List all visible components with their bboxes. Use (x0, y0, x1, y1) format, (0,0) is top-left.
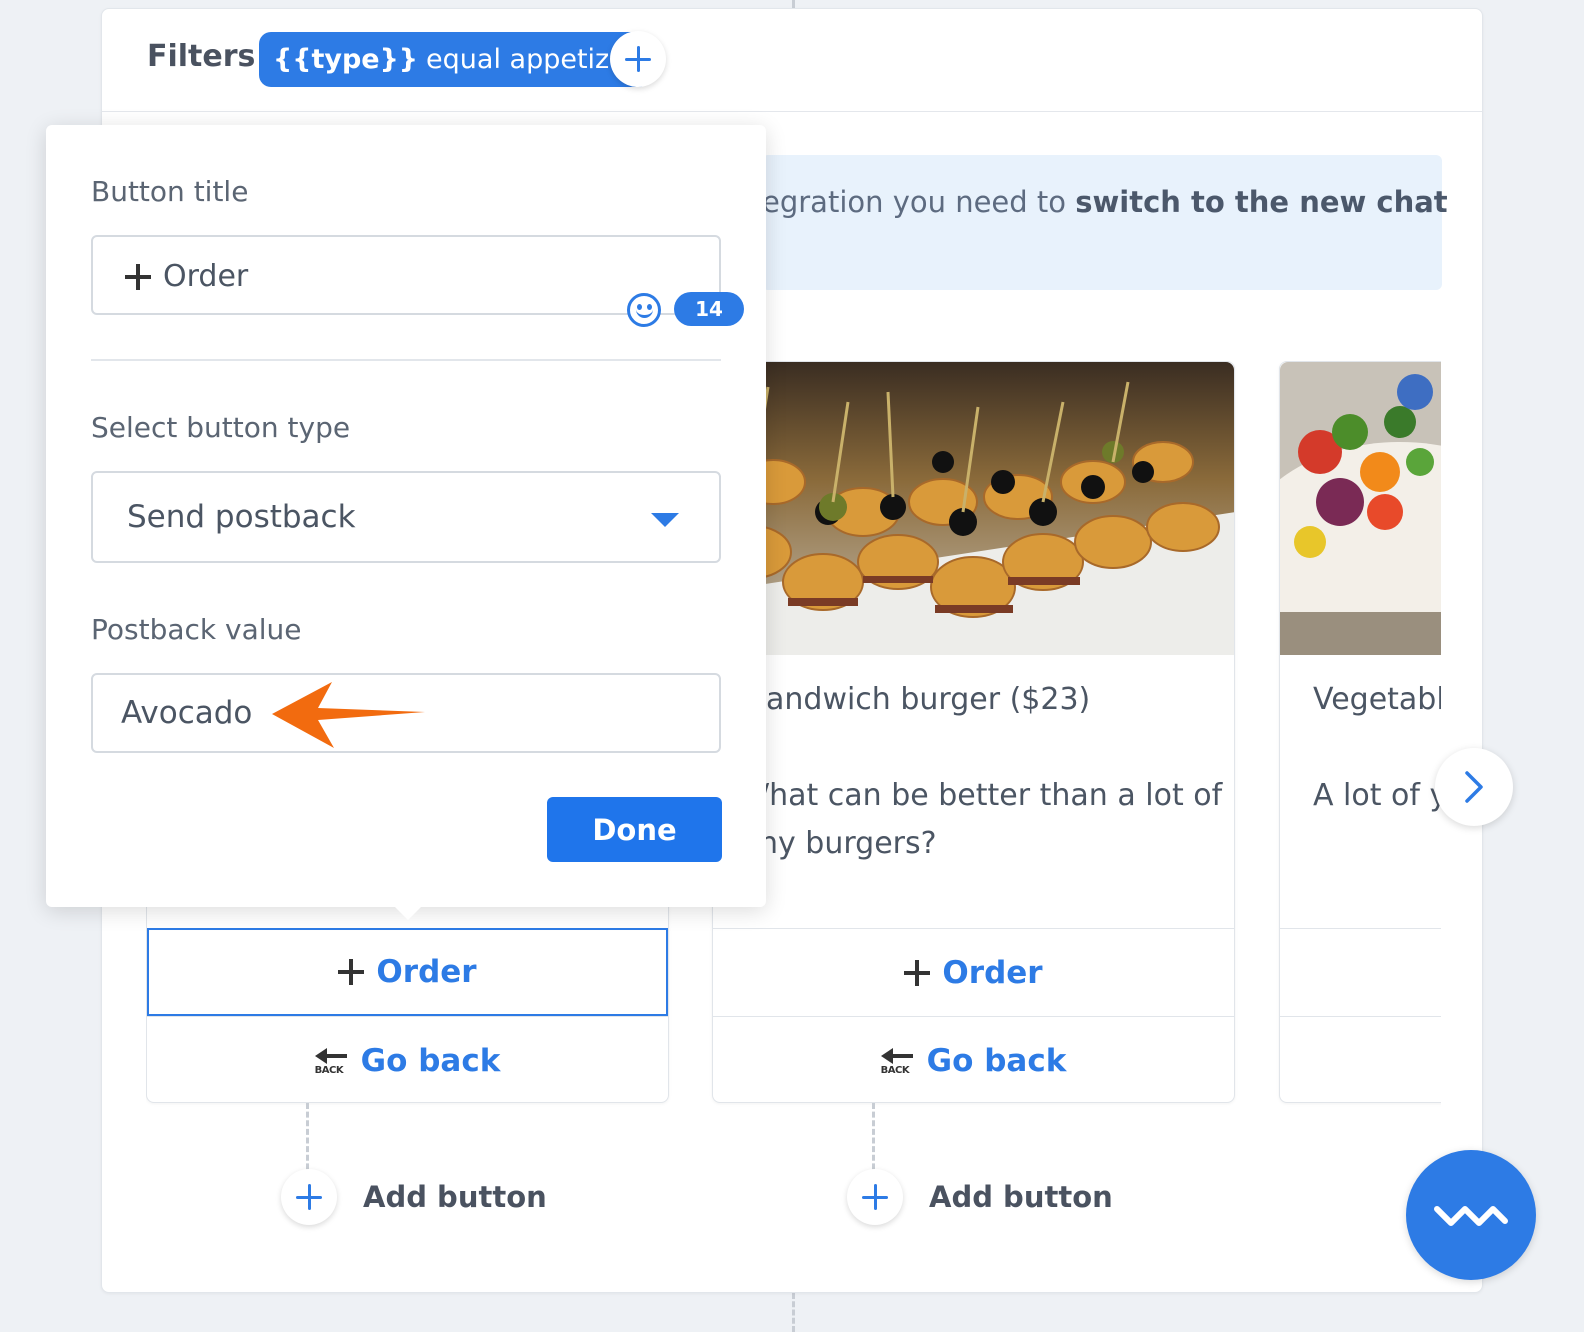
card-image-burgers (713, 362, 1234, 655)
filter-chip[interactable]: {{type}} equal appetizer (259, 32, 651, 87)
filter-variable: {{type}} (273, 44, 419, 75)
button-editor-popover: Button title Order 14 Select button type… (46, 125, 766, 907)
character-count-badge: 14 (674, 292, 744, 326)
gallery-card: Vegetabl A lot of y (1279, 361, 1441, 1103)
card-button[interactable] (1280, 928, 1441, 1016)
plus-icon (862, 1184, 888, 1210)
filters-bar: Filters {{type}} equal appetizer (102, 9, 1482, 112)
card-description: A lot of y (1313, 778, 1441, 813)
button-title-label: Button title (91, 175, 249, 208)
card-description: /hat can be better than a lot of ny burg… (759, 778, 1223, 861)
add-filter-button[interactable] (610, 31, 666, 87)
plus-icon (625, 46, 651, 72)
button-type-value: Send postback (127, 499, 356, 535)
gallery-card: andwich burger ($23) /hat can be better … (712, 361, 1235, 1103)
card-button-order[interactable]: Order (713, 928, 1234, 1016)
button-connector (306, 1103, 309, 1178)
card-title: Vegetabl (1313, 682, 1441, 717)
button-title-value: Order (163, 259, 249, 294)
plus-icon (125, 263, 151, 290)
card-button-order[interactable]: Order (147, 928, 668, 1016)
chevron-right-icon (1465, 771, 1483, 803)
flow-connector-bottom (792, 1293, 795, 1332)
add-button[interactable] (847, 1169, 903, 1225)
postback-value: Avocado (121, 695, 253, 731)
back-icon: BACK (314, 1046, 349, 1076)
wave-logo-icon (1434, 1206, 1508, 1226)
chevron-down-icon (651, 513, 679, 527)
add-button-row[interactable]: Add button (281, 1169, 547, 1225)
emoji-picker-icon[interactable] (627, 293, 661, 327)
back-icon: BACK (880, 1046, 915, 1076)
filter-condition: equal appetizer (426, 44, 637, 75)
chat-widget-button[interactable] (1406, 1150, 1536, 1280)
add-button-label: Add button (929, 1180, 1113, 1214)
card-button-go-back[interactable]: BACK Go back (147, 1016, 668, 1104)
annotation-arrow-icon (272, 682, 425, 748)
postback-value-label: Postback value (91, 613, 302, 646)
card-image-vegetables (1280, 362, 1441, 655)
filters-label: Filters (147, 39, 256, 74)
button-type-select[interactable]: Send postback (91, 471, 721, 563)
add-button-label: Add button (363, 1180, 547, 1214)
info-banner-link[interactable]: switch to the new chat (1075, 185, 1447, 219)
button-connector (872, 1103, 875, 1178)
add-button[interactable] (281, 1169, 337, 1225)
popover-pointer (394, 906, 422, 920)
card-title: andwich burger ($23) (766, 682, 1091, 717)
plus-icon (904, 959, 931, 986)
plus-icon (338, 959, 365, 985)
button-title-input[interactable]: Order (91, 235, 721, 315)
card-button-go-back[interactable]: BACK Go back (713, 1016, 1234, 1104)
info-banner: egration you need to switch to the new c… (762, 155, 1448, 290)
plus-icon (296, 1184, 322, 1210)
done-button[interactable]: Done (547, 797, 722, 862)
next-card-button[interactable] (1435, 748, 1513, 826)
divider (91, 359, 721, 361)
add-button-row[interactable]: Add button (847, 1169, 1113, 1225)
card-button[interactable] (1280, 1016, 1441, 1104)
info-banner-text: egration you need to switch to the new c… (762, 185, 1448, 219)
button-type-label: Select button type (91, 411, 351, 444)
